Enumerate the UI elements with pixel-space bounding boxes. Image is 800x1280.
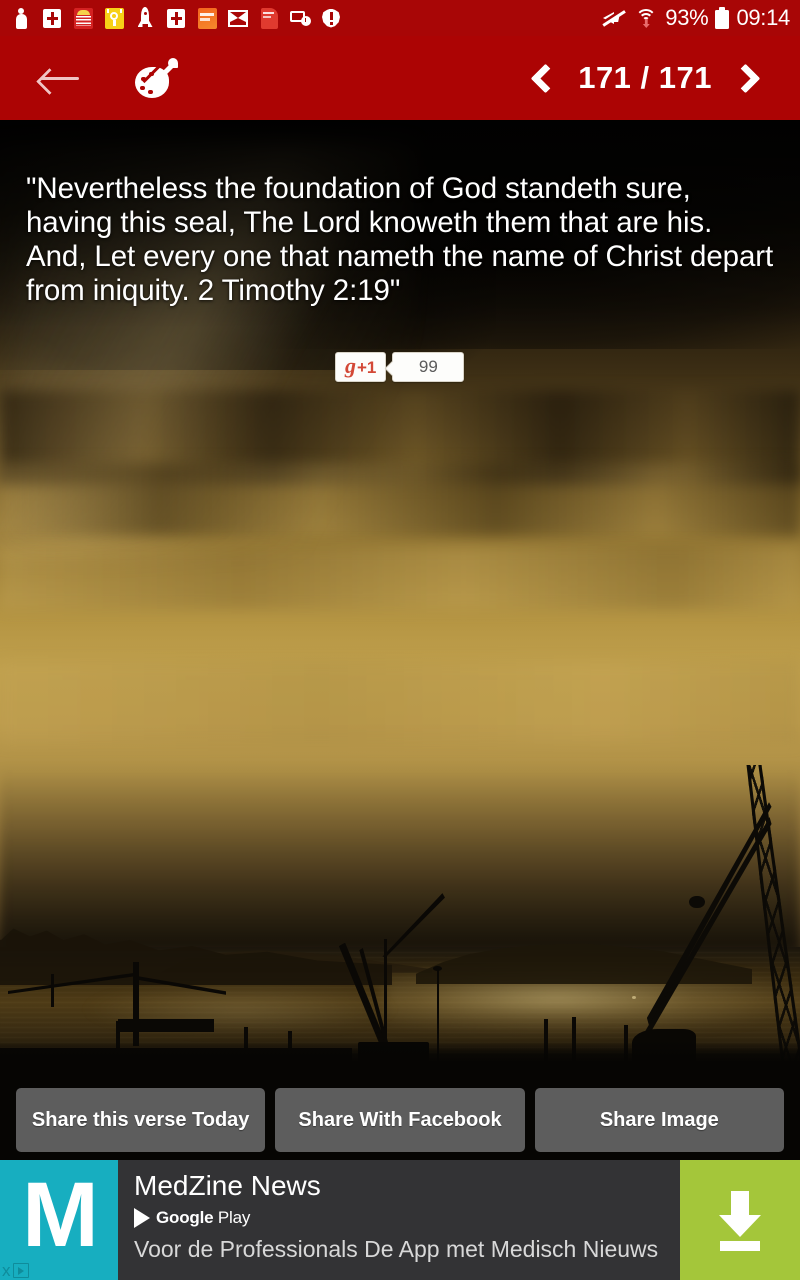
status-bar: 93% 09:14	[0, 0, 800, 36]
status-bar-notifications	[0, 6, 342, 30]
previous-verse-button[interactable]	[516, 50, 568, 106]
arrow-left-icon	[39, 65, 79, 91]
red-book-app-icon	[258, 6, 280, 30]
status-bar-system: 93% 09:14	[601, 5, 800, 31]
back-button[interactable]	[28, 47, 90, 109]
store-suffix: Play	[217, 1208, 251, 1227]
google-play-icon	[134, 1208, 150, 1228]
cloud-band-3	[0, 546, 800, 609]
battery-icon	[715, 7, 730, 29]
ad-title: MedZine News	[134, 1170, 321, 1201]
share-button-bar: Share this verse Today Share With Facebo…	[0, 1080, 800, 1160]
ad-controls: x	[2, 1262, 29, 1279]
palette-brush-icon	[135, 58, 178, 98]
daily-scripture-app-icon	[196, 6, 218, 30]
next-verse-button[interactable]	[722, 50, 774, 106]
battery-percent-label: 93%	[665, 5, 709, 30]
app-screen: 93% 09:14 171 / 171 "Nevertheless the fo…	[0, 0, 800, 1280]
chevron-right-icon	[730, 63, 760, 93]
ad-logo-letter: M	[22, 1164, 99, 1266]
rocket-icon	[134, 6, 156, 30]
clock-label: 09:14	[736, 5, 790, 30]
share-image-button[interactable]: Share Image	[534, 1088, 784, 1152]
action-bar: 171 / 171	[0, 36, 800, 120]
verse-content-area: "Nevertheless the foundation of God stan…	[0, 120, 800, 1160]
water-highlight-speck	[632, 995, 636, 999]
ad-app-logo: M x	[0, 1160, 118, 1280]
share-verse-button[interactable]: Share this verse Today	[16, 1088, 266, 1152]
prayer-app-icon	[103, 6, 125, 30]
bible-book-icon	[41, 6, 63, 30]
ad-choices-icon[interactable]	[12, 1263, 29, 1278]
download-icon	[714, 1189, 766, 1251]
chevron-left-icon	[530, 63, 561, 93]
google-plus-one-widget: g +1 99	[335, 352, 465, 382]
cloud-band-2	[0, 463, 800, 536]
store-brand: Google	[156, 1208, 214, 1227]
ad-store-badge: Google Play	[134, 1208, 680, 1228]
ad-close-button[interactable]: x	[2, 1262, 11, 1279]
ad-download-button[interactable]	[680, 1160, 800, 1280]
mute-icon	[601, 6, 627, 30]
harbor-crane-center	[328, 890, 464, 1067]
bible-book-icon-2	[165, 6, 187, 30]
google-g-letter: g	[345, 353, 356, 378]
plus-one-label: +1	[357, 357, 377, 377]
ad-store-label: Google Play	[156, 1208, 250, 1228]
share-facebook-button[interactable]: Share With Facebook	[275, 1088, 525, 1152]
theme-palette-button[interactable]	[126, 48, 186, 108]
plus-one-count-bubble[interactable]: 99	[392, 352, 465, 382]
screen-clock-icon	[289, 6, 311, 30]
page-counter-label: 171 / 171	[578, 60, 712, 95]
jesus-speaks-app-icon	[72, 6, 94, 30]
warning-icon	[320, 6, 342, 30]
wifi-icon	[634, 6, 658, 30]
page-navigation: 171 / 171	[516, 50, 800, 106]
ad-content: MedZine News Google Play Voor de Profess…	[118, 1160, 680, 1280]
gmail-icon	[227, 6, 249, 30]
advertisement-banner[interactable]: M x MedZine News Google Play Voor de Pro…	[0, 1160, 800, 1280]
cloud-band-4	[0, 660, 800, 744]
ad-description: Voor de Professionals De App met Medisch…	[134, 1236, 659, 1262]
plus-one-button[interactable]: g +1	[335, 352, 387, 382]
harbor-crane-left	[8, 962, 248, 1046]
person-icon	[10, 6, 32, 30]
verse-text: "Nevertheless the foundation of God stan…	[26, 172, 774, 307]
